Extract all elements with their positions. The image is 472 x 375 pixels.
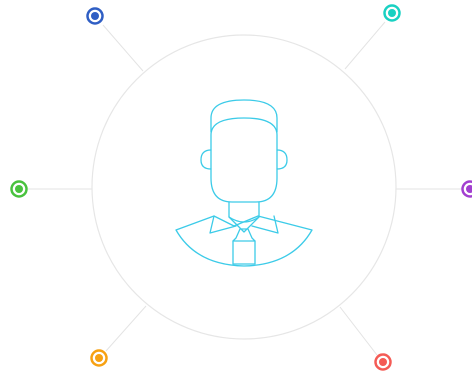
- connector-top-right: [344, 21, 386, 70]
- connector-bottom-left: [105, 305, 147, 352]
- businessman-avatar-icon: [175, 99, 313, 267]
- node-bottom-left: [90, 349, 108, 367]
- hub-diagram: [0, 0, 472, 375]
- red-dot-core: [379, 358, 387, 366]
- hub-diagram-canvas: [10, 4, 472, 371]
- blue-dot-core: [91, 12, 99, 20]
- node-bottom-right: [374, 353, 392, 371]
- nodes: [10, 4, 472, 371]
- teal-dot-core: [388, 9, 396, 17]
- connectors: [28, 21, 463, 356]
- connector-bottom-right: [339, 306, 378, 356]
- node-top-left: [86, 7, 104, 25]
- center-ring: [91, 34, 397, 340]
- connector-top-left: [102, 24, 144, 72]
- purple-dot-core: [466, 185, 472, 193]
- node-top-right: [383, 4, 401, 22]
- node-right: [461, 180, 472, 198]
- green-dot-core: [15, 185, 23, 193]
- orange-dot-core: [95, 354, 103, 362]
- node-left: [10, 180, 28, 198]
